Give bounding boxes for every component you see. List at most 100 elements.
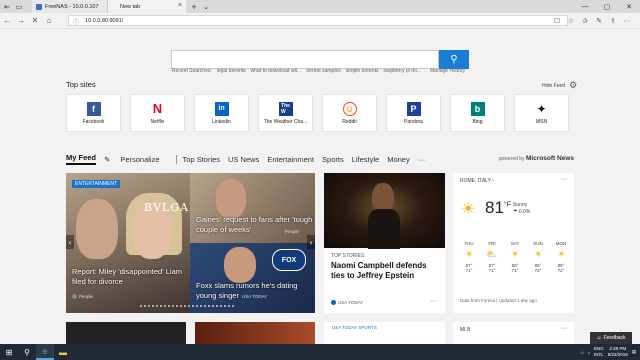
top-site-msn[interactable]: ✦ MSN (514, 94, 569, 132)
notes-icon[interactable]: ✎ (592, 14, 606, 28)
input-language[interactable]: ENG INTL (594, 346, 604, 358)
close-tab-icon[interactable]: × (178, 2, 182, 9)
card-more-button[interactable]: ··· (560, 325, 567, 332)
search-icon[interactable]: ⚲ (18, 344, 36, 360)
weather-more-button[interactable]: ··· (560, 176, 567, 183)
top-site-linkedin[interactable]: in Linkedin (194, 94, 249, 132)
precipitation: ☂ 0.0% (513, 209, 531, 215)
top-site-reddit[interactable]: ☺ Reddit (322, 94, 377, 132)
tab-preview-icon[interactable]: ▭ (14, 2, 24, 11)
back-icon[interactable]: ← (0, 14, 14, 28)
tab-my-feed[interactable]: My Feed (66, 153, 97, 165)
story-title: Naomi Campbell defends ties to Jeffrey E… (331, 261, 427, 280)
hero-main-story[interactable]: BVLGARI ENTERTAINMENT Report: Miley 'dis… (66, 173, 203, 313)
hero-carousel: BVLGARI ENTERTAINMENT Report: Miley 'dis… (66, 173, 315, 313)
maximize-icon[interactable]: ▢ (596, 0, 618, 13)
file-explorer-icon[interactable]: ▬ (54, 344, 72, 360)
freenas-favicon-icon (36, 3, 42, 10)
minimize-icon[interactable]: — (574, 0, 596, 13)
search-button[interactable]: ⚲ (439, 50, 469, 69)
gear-icon[interactable]: ⚙ (569, 80, 577, 91)
tab-freenas[interactable]: FreeNAS - 10.0.0.107 (32, 0, 108, 13)
recent-search-item[interactable]: raspberry pi do... (384, 68, 422, 74)
divider (175, 154, 177, 164)
toolbar-icons: ☐ ☆ ✰ ✎ ⇪ ··· (550, 14, 634, 28)
tab-label: New tab (120, 3, 141, 10)
weather-card[interactable]: ROME, ITALY › ··· ☀ 81°F Sunny ☂ 0.0% TH… (453, 173, 574, 313)
personalize-button[interactable]: ✎ Personalize (104, 155, 168, 164)
tab-money[interactable]: Money (387, 155, 410, 164)
forward-icon[interactable]: → (14, 14, 28, 28)
source-name: USA TODAY (242, 294, 268, 299)
carousel-prev-icon[interactable]: ‹ (66, 235, 74, 249)
recent-search-item[interactable]: what to download wit... (251, 68, 302, 74)
source-logo-icon (331, 300, 336, 305)
weather-location: ROME, ITALY › (460, 178, 494, 184)
tab-new-tab[interactable]: New tab × (108, 0, 186, 13)
title-bar: ⇤ ▭ FreeNAS - 10.0.0.107 New tab × + ⌄ —… (0, 0, 640, 13)
more-topics-button[interactable]: ··· (418, 155, 426, 164)
carousel-dots[interactable] (140, 305, 234, 307)
favorites-hub-icon[interactable]: ✰ (578, 14, 592, 28)
notifications-icon[interactable]: ▤ (632, 349, 636, 355)
chevron-down-icon[interactable]: ⌄ (201, 2, 211, 11)
hero-story-foxx[interactable]: FOX Foxx slams rumors he's dating young … (190, 243, 315, 313)
top-site-netflix[interactable]: N Netflix (130, 94, 185, 132)
tab-actions-icon[interactable]: ⇤ (2, 2, 12, 11)
tab-top-stories[interactable]: Top Stories (183, 155, 221, 164)
top-site-weather-channel[interactable]: The W The Weather Cha... (258, 94, 313, 132)
story-card[interactable]: TOP STORIES Naomi Campbell defends ties … (324, 173, 445, 313)
tab-sports[interactable]: Sports (322, 155, 344, 164)
network-icon[interactable]: ⌂ (581, 350, 584, 355)
sun-icon: ☀ (533, 249, 543, 259)
hide-feed-link[interactable]: Hide Feed (542, 83, 565, 89)
sun-icon: ☀ (556, 249, 566, 259)
tab-entertainment[interactable]: Entertainment (267, 155, 314, 164)
recent-search-item[interactable]: legal torrents (217, 68, 246, 74)
volume-icon[interactable]: ♪ (588, 350, 590, 355)
card-title: MLB (460, 327, 471, 333)
microsoft-news-brand[interactable]: Microsoft News (526, 155, 574, 162)
page-info-icon[interactable]: ⓘ (73, 17, 79, 26)
new-tab-plus-icon[interactable]: + (189, 2, 199, 12)
top-site-facebook[interactable]: f Facebook (66, 94, 121, 132)
manage-history-link[interactable]: Manage History (430, 68, 465, 74)
top-site-bing[interactable]: b Bing (450, 94, 505, 132)
refresh-icon[interactable]: ✕ (28, 14, 42, 28)
forecast-day: FRI ⛅ 87° 71° (486, 241, 498, 273)
weather-footer: Data from Foreca | Updated 1 day ago (460, 298, 537, 303)
story-more-button[interactable]: ··· (430, 298, 437, 305)
recent-searches: Recent Searches: legal torrents what to … (172, 68, 465, 74)
sun-icon: ☀ (461, 201, 476, 218)
search-input[interactable] (171, 50, 439, 69)
msn-icon: ✦ (534, 101, 549, 116)
tab-lifestyle[interactable]: Lifestyle (352, 155, 380, 164)
hero-image (76, 199, 118, 259)
address-bar[interactable]: ⓘ 10.0.0.80:9091/ (68, 15, 568, 26)
recent-search-item[interactable]: simple torrents (346, 68, 379, 74)
top-site-pandora[interactable]: P Pandora (386, 94, 441, 132)
fox-logo: FOX (272, 249, 306, 271)
favorite-star-icon[interactable]: ☆ (564, 14, 578, 28)
feedback-button[interactable]: ☺ Feedback (590, 332, 632, 344)
tab-us-news[interactable]: US News (228, 155, 259, 164)
share-icon[interactable]: ⇪ (606, 14, 620, 28)
reading-view-icon[interactable]: ☐ (550, 14, 564, 28)
story-tag: TOP STORIES (331, 253, 365, 259)
home-icon[interactable]: ⌂ (42, 14, 56, 28)
close-window-icon[interactable]: ✕ (618, 0, 640, 13)
recent-search-item[interactable]: torrent samples (306, 68, 340, 74)
partly-cloudy-icon: ⛅ (486, 249, 498, 259)
clock[interactable]: 2:48 PM 8/22/2019 (608, 346, 628, 358)
address-text: 10.0.0.80:9091/ (85, 17, 124, 24)
edge-icon[interactable]: e (36, 344, 54, 360)
taskbar: ⊞ ⚲ e ▬ ⌂ ♪ ENG INTL 2:48 PM 8/22/2019 ▤ (0, 344, 640, 360)
more-menu-icon[interactable]: ··· (620, 14, 634, 28)
hero-story-gaines[interactable]: Gaines' request to fans after 'tough cou… (190, 173, 315, 243)
sun-icon: ☀ (510, 249, 520, 259)
carousel-next-icon[interactable]: › (307, 235, 315, 249)
hero-image (224, 247, 256, 283)
source-name: People (79, 294, 94, 299)
story-source: USA TODAY (331, 300, 363, 305)
start-icon[interactable]: ⊞ (0, 344, 18, 360)
